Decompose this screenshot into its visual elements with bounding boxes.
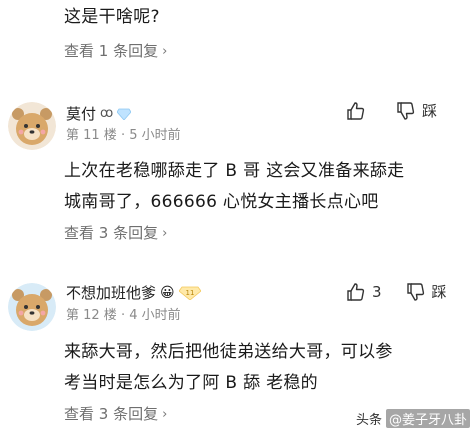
dislike-button[interactable]: 踩 [406,281,447,302]
comment-text-line: 来舔大哥，然后把他徒弟送给大哥，可以参 [64,342,393,362]
chevron-right-icon: › [162,44,168,59]
user-suffix: ꝏ [100,106,114,121]
view-replies-link[interactable]: 查看 1 条回复 › [64,40,167,61]
user-emoji: 😀 [160,284,175,301]
floor-number: 第 11 楼 [66,128,117,143]
timestamp: 5 小时前 [129,128,181,143]
chevron-right-icon: › [162,407,168,422]
like-count: 3 [372,282,382,301]
comment-text-line: 考当时是怎么为了阿 B 舔 老稳的 [64,373,318,393]
dislike-label: 踩 [431,283,447,301]
avatar[interactable] [8,102,56,150]
diamond-badge-icon [117,108,132,120]
comment-meta: 第 11 楼 · 5 小时前 [66,124,181,143]
dislike-button[interactable]: 踩 [396,100,437,121]
meta-separator: · [120,308,130,323]
meta-separator: · [120,128,130,143]
dislike-label: 踩 [422,102,438,120]
view-replies-label: 查看 3 条回复 [64,405,159,423]
comment-text-partial: 这是干啥呢? [64,7,160,27]
bear-avatar-icon [8,102,56,150]
comment-actions: 踩 [346,100,437,121]
view-replies-link[interactable]: 查看 3 条回复 › [64,403,167,424]
chevron-right-icon: › [162,226,168,241]
avatar[interactable] [8,283,56,331]
username[interactable]: 莫付 ꝏ [66,103,132,124]
thumbs-up-icon [347,101,365,120]
like-button[interactable]: 3 [346,282,382,302]
level-badge-icon: 11 [178,286,201,300]
thumbs-down-icon [397,101,415,120]
watermark: 头条 @姜子牙八卦 [356,409,471,428]
thumbs-up-icon [347,282,365,301]
floor-number: 第 12 楼 [66,308,117,323]
watermark-name: @姜子牙八卦 [386,409,471,428]
username-label: 不想加班他爹 [66,284,157,302]
view-replies-label: 查看 3 条回复 [64,224,159,242]
view-replies-link[interactable]: 查看 3 条回复 › [64,222,167,243]
comment-text-line: 城南哥了，666666 心悦女主播长点心吧 [64,192,379,212]
view-replies-label: 查看 1 条回复 [64,42,159,60]
thumbs-down-icon [406,282,424,301]
watermark-prefix: 头条 [356,413,383,428]
comment-text-line: 上次在老稳哪舔走了 B 哥 这会又准备来舔走 [64,161,405,181]
username[interactable]: 不想加班他爹 😀 11 [66,282,201,303]
timestamp: 4 小时前 [129,308,181,323]
like-button[interactable] [346,101,372,121]
bear-avatar-icon [8,283,56,331]
comment-meta: 第 12 楼 · 4 小时前 [66,304,181,323]
level-badge-text: 11 [185,289,194,297]
comment-actions: 3 踩 [346,281,447,302]
username-label: 莫付 [66,105,97,123]
